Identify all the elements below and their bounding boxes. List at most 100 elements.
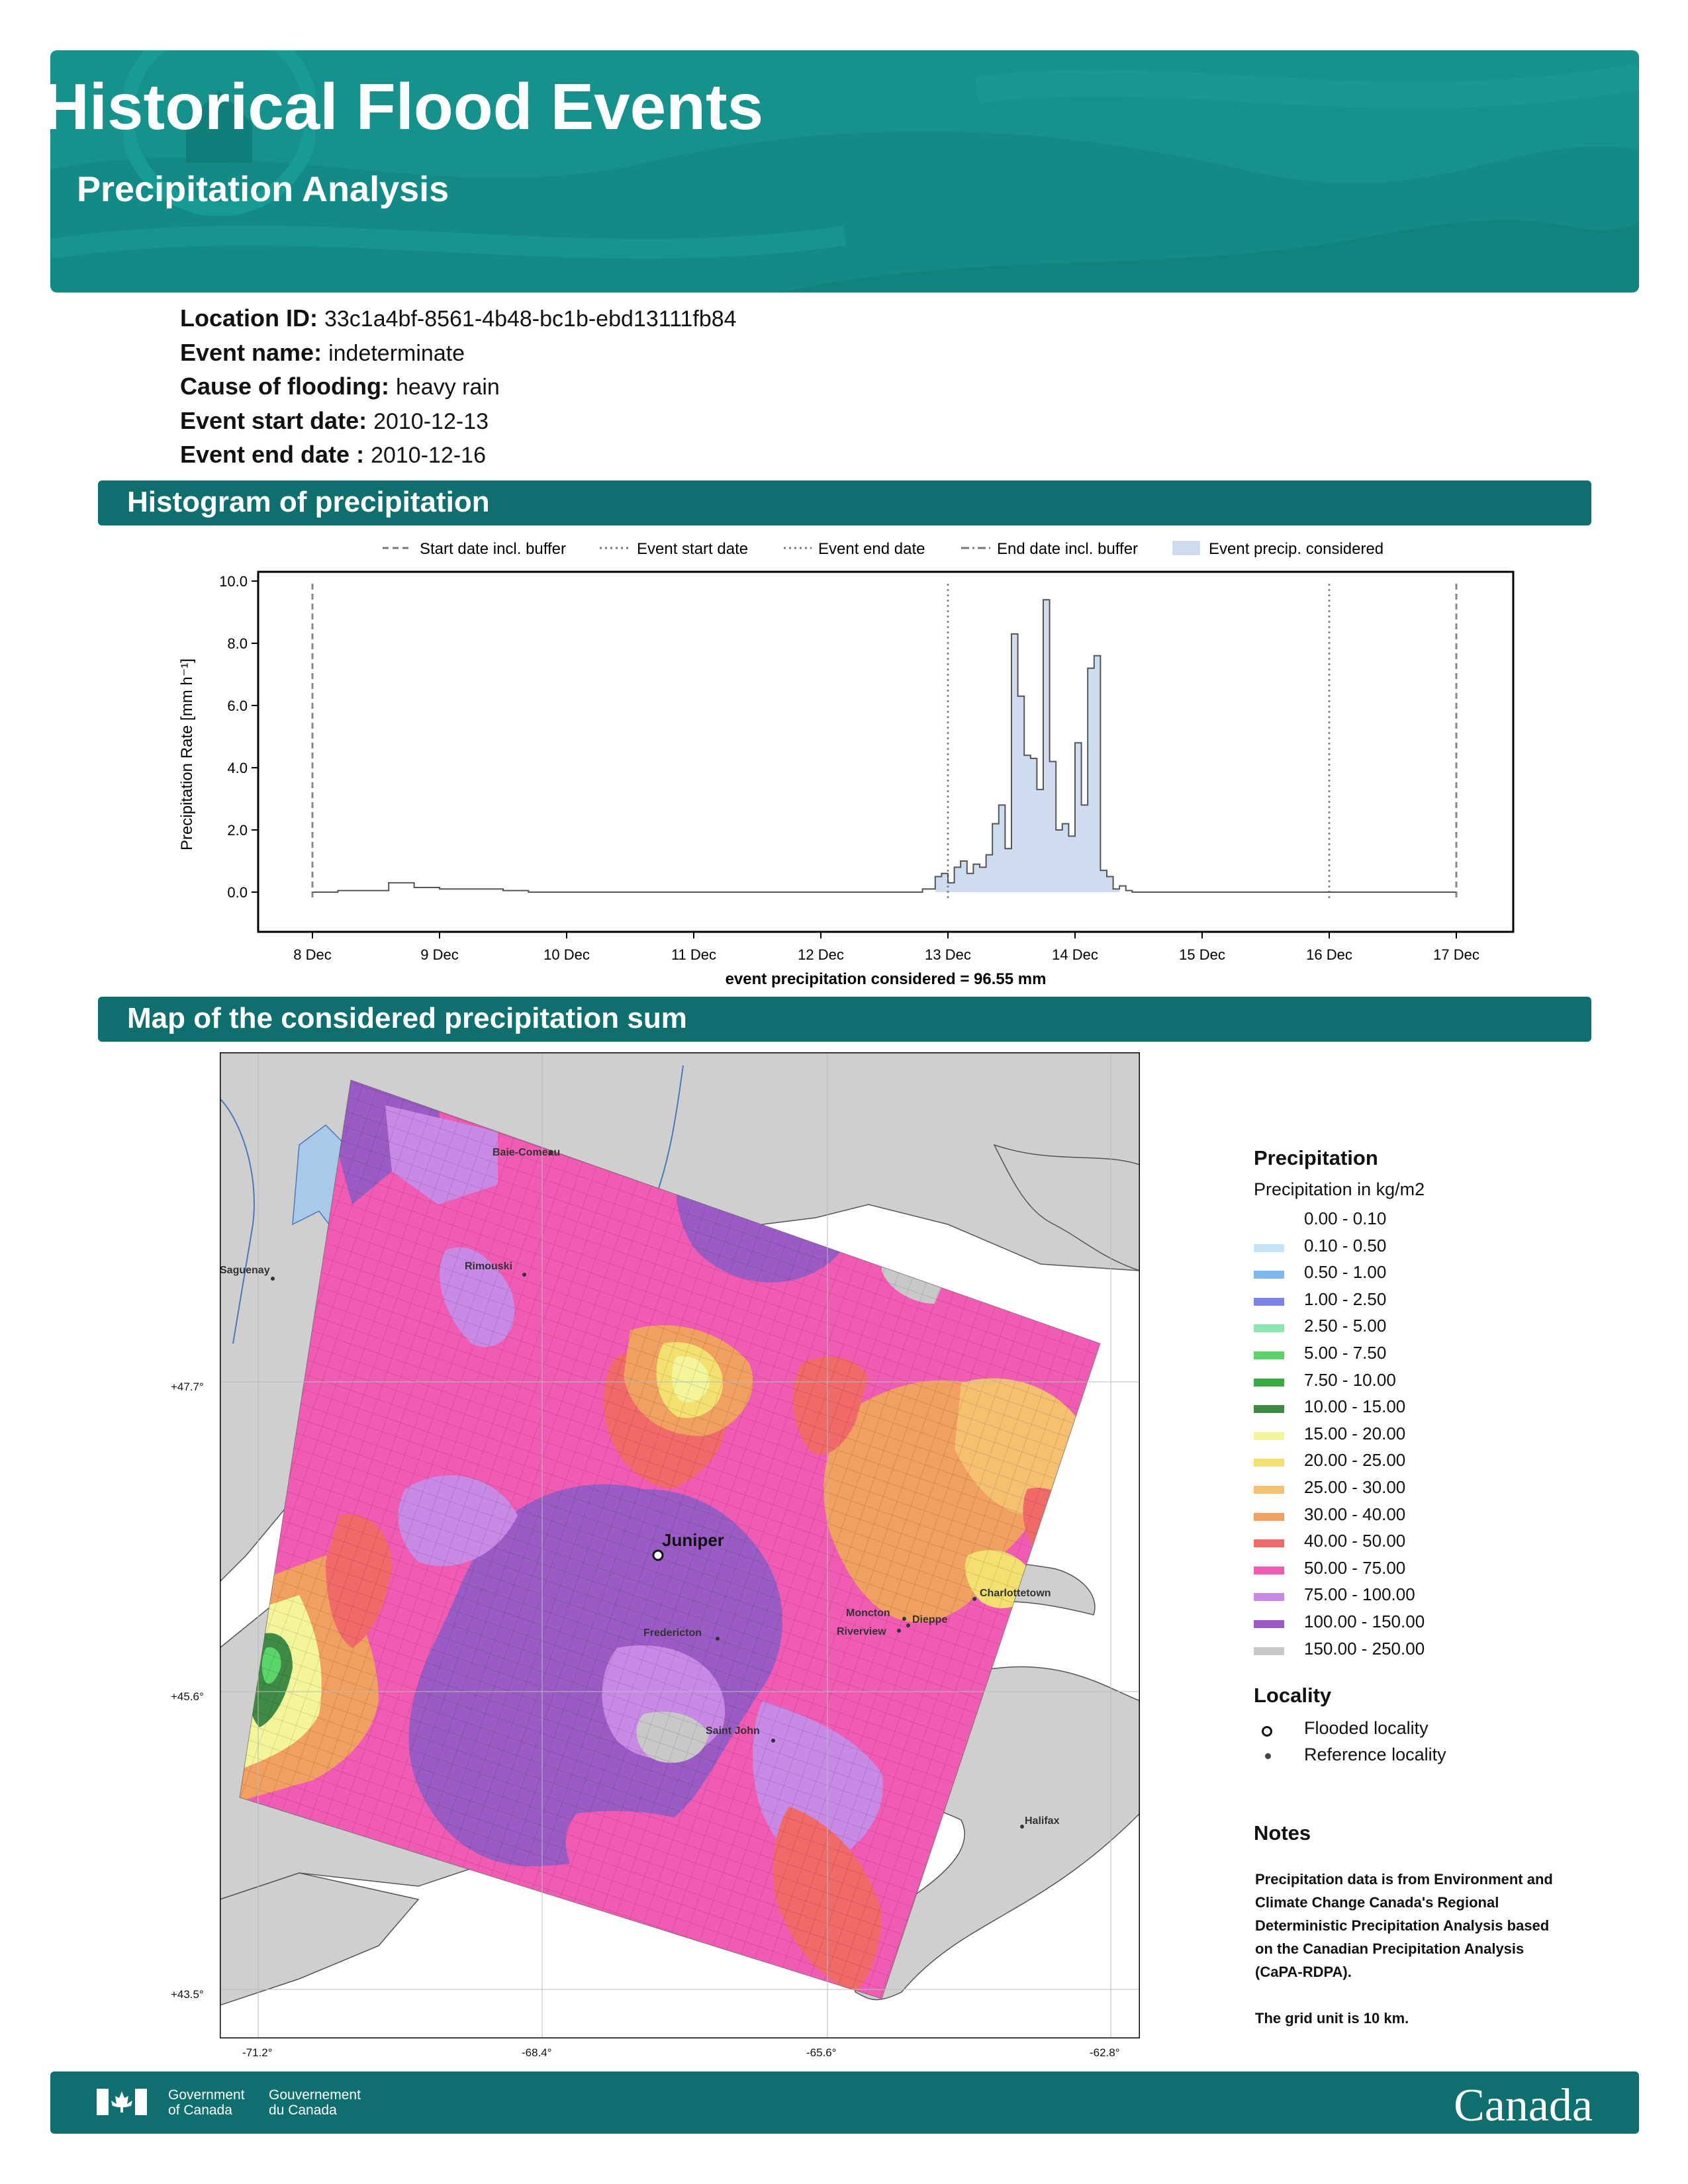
reference-marker <box>1020 1825 1024 1829</box>
legend-bin: 1.00 - 2.50 <box>1254 1289 1585 1316</box>
precipitation-map: Baie-Comeau Rimouski Saguenay Juniper Fr… <box>220 1052 1140 2038</box>
place-label: Dieppe <box>912 1614 947 1625</box>
legend-bin-label: 7.50 - 10.00 <box>1304 1369 1396 1390</box>
legend-bin: 0.50 - 1.00 <box>1254 1262 1585 1289</box>
place-label: Moncton <box>846 1608 890 1619</box>
canada-flag-icon <box>97 2089 147 2115</box>
legend-swatch <box>1254 1512 1284 1521</box>
legend-swatch <box>1254 1539 1284 1548</box>
place-label: Fredericton <box>643 1627 702 1639</box>
reference-marker <box>549 1151 553 1155</box>
notes-line: The grid unit is 10 km. <box>1255 2010 1409 2026</box>
notes-line: Deterministic Precipitation Analysis bas… <box>1255 1917 1550 1934</box>
notes-line: on the Canadian Precipitation Analysis <box>1255 1940 1524 1957</box>
legend-swatch <box>1254 1647 1284 1655</box>
info-label: Event name: <box>180 339 322 366</box>
lon-label: -68.4° <box>522 2046 552 2059</box>
place-label: Saguenay <box>220 1265 270 1276</box>
notes-line: Climate Change Canada's Regional <box>1255 1894 1499 1911</box>
legend-title: Precipitation <box>1254 1146 1378 1169</box>
reference-marker <box>906 1623 910 1627</box>
info-start-date: Event start date: 2010-12-13 <box>180 407 489 435</box>
lat-label: +45.6° <box>171 1690 204 1703</box>
legend-bin-label: 50.00 - 75.00 <box>1304 1557 1406 1578</box>
y-tick-label: 2.0 <box>227 822 248 839</box>
legend-bin: 0.10 - 0.50 <box>1254 1236 1585 1262</box>
legend-swatch <box>1254 1244 1284 1252</box>
reference-marker <box>522 1273 526 1277</box>
y-tick-label: 8.0 <box>227 635 248 652</box>
section-title: Map of the considered precipitation sum <box>127 1002 687 1034</box>
x-tick-label: 12 Dec <box>798 946 844 963</box>
gov-fr-line: du Canada <box>269 2103 337 2118</box>
legend-bin: 30.00 - 40.00 <box>1254 1504 1585 1531</box>
y-tick-label: 4.0 <box>227 760 248 776</box>
legend-bin-label: 25.00 - 30.00 <box>1304 1477 1406 1497</box>
legend-label: Event precip. considered <box>1209 540 1383 558</box>
notes-spacer <box>1255 1983 1553 2007</box>
gov-en: Government of Canada <box>168 2087 245 2118</box>
lat-label: +43.5° <box>171 1988 204 2001</box>
legend-bin: 10.00 - 15.00 <box>1254 1396 1585 1423</box>
legend-swatch <box>1254 1405 1284 1414</box>
legend-label: Event start date <box>637 540 748 558</box>
x-tick-label: 17 Dec <box>1433 946 1479 963</box>
x-tick-label: 13 Dec <box>925 946 971 963</box>
reference-marker <box>716 1637 720 1641</box>
legend-bin: 7.50 - 10.00 <box>1254 1370 1585 1396</box>
reference-marker <box>897 1629 901 1633</box>
info-label: Event start date: <box>180 407 367 434</box>
x-tick-label: 16 Dec <box>1306 946 1352 963</box>
legend-bin-label: 75.00 - 100.00 <box>1304 1584 1415 1605</box>
page-subtitle: Precipitation Analysis <box>77 169 449 209</box>
section-map-bar: Map of the considered precipitation sum <box>98 997 1591 1042</box>
legend-swatch <box>1254 1324 1284 1333</box>
x-axis-caption: event precipitation considered = 96.55 m… <box>726 970 1047 988</box>
legend-bin: 25.00 - 30.00 <box>1254 1477 1585 1504</box>
legend-swatch <box>1254 1486 1284 1494</box>
legend-bin-label: 0.50 - 1.00 <box>1304 1262 1387 1283</box>
legend-swatch <box>1254 1432 1284 1440</box>
info-value: 2010-12-13 <box>373 409 489 434</box>
place-label: Charlottetown <box>980 1588 1051 1599</box>
info-label: Location ID: <box>180 304 318 332</box>
legend-bin-label: 0.00 - 0.10 <box>1304 1208 1387 1228</box>
legend-label: End date incl. buffer <box>997 540 1138 558</box>
info-cause: Cause of flooding: heavy rain <box>180 373 500 400</box>
legend-bin-label: 10.00 - 15.00 <box>1304 1396 1406 1417</box>
legend-swatch <box>1254 1459 1284 1467</box>
notes-line: Precipitation data is from Environment a… <box>1255 1871 1553 1888</box>
reference-marker <box>771 1739 775 1743</box>
lon-label: -65.6° <box>806 2046 837 2059</box>
gov-en-line: of Canada <box>168 2103 232 2118</box>
place-label: Halifax <box>1025 1815 1060 1827</box>
reference-marker <box>902 1617 906 1621</box>
reference-marker <box>271 1277 275 1281</box>
lon-label: -71.2° <box>242 2046 273 2059</box>
legend-bin-label: 20.00 - 25.00 <box>1304 1450 1406 1471</box>
section-title: Histogram of precipitation <box>127 486 490 518</box>
legend-swatch <box>1254 1297 1284 1306</box>
info-value: indeterminate <box>328 341 465 366</box>
info-value: 33c1a4bf-8561-4b48-bc1b-ebd13111fb84 <box>324 306 737 332</box>
x-tick-label: 8 Dec <box>293 946 331 963</box>
gov-fr: Gouvernement du Canada <box>269 2087 361 2118</box>
page-title: Historical Flood Events <box>42 70 764 143</box>
flooded-locality-label: Juniper <box>662 1530 724 1550</box>
legend-bin: 75.00 - 100.00 <box>1254 1584 1585 1611</box>
flooded-marker <box>652 1549 664 1561</box>
info-value: 2010-12-16 <box>371 443 486 468</box>
legend-bin-label: 40.00 - 50.00 <box>1304 1531 1406 1551</box>
legend-label: Start date incl. buffer <box>420 540 566 558</box>
notes-line: (CaPA-RDPA). <box>1255 1964 1352 1980</box>
lat-label: +47.7° <box>171 1381 204 1393</box>
info-label: Cause of flooding: <box>180 373 389 400</box>
legend-swatch <box>1254 1566 1284 1574</box>
legend-bin-label: 1.00 - 2.50 <box>1304 1289 1387 1309</box>
section-histogram-bar: Histogram of precipitation <box>98 480 1591 525</box>
legend-bin-label: 2.50 - 5.00 <box>1304 1316 1387 1336</box>
reference-locality-label: Reference locality <box>1304 1745 1446 1764</box>
place-label: Rimouski <box>465 1261 512 1272</box>
place-label: Riverview <box>837 1626 886 1637</box>
y-tick-label: 0.0 <box>227 884 248 901</box>
